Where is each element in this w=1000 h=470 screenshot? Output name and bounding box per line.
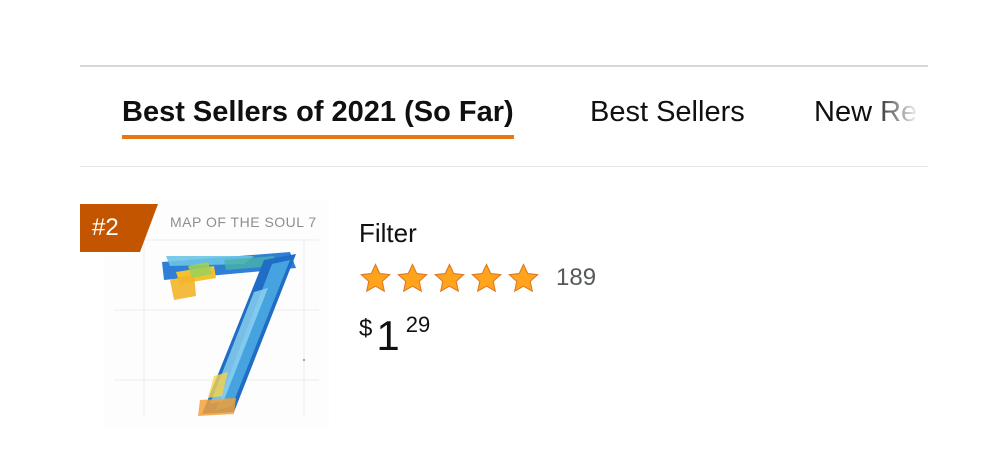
album-cover-title: MAP OF THE SOUL 7: [170, 214, 317, 230]
star-rating[interactable]: 189: [359, 258, 596, 298]
best-sellers-page: Best Sellers of 2021 (So Far) Best Selle…: [0, 0, 1000, 470]
star-icon: [508, 262, 539, 292]
star-icon: [434, 262, 465, 292]
product-title[interactable]: Filter: [359, 218, 417, 249]
product-list-item[interactable]: MAP OF THE SOUL 7 #2 Filter 189 $1 29: [80, 200, 928, 440]
rank-badge: #2: [80, 204, 158, 252]
product-price: $1 29: [359, 312, 430, 360]
tab-best-sellers[interactable]: Best Sellers: [590, 96, 745, 129]
tabs-divider: [80, 166, 928, 167]
rating-count[interactable]: 189: [556, 264, 596, 292]
price-fraction: 29: [405, 312, 431, 337]
star-icon: [471, 262, 502, 292]
category-tabs: Best Sellers of 2021 (So Far) Best Selle…: [80, 68, 928, 166]
tabs-fade-overlay: [872, 68, 928, 166]
price-currency-symbol: $: [359, 315, 373, 342]
top-divider: [80, 65, 928, 67]
star-icon: [397, 262, 428, 292]
star-icon: [360, 262, 391, 292]
price-whole: 1: [376, 312, 400, 359]
rank-number: #2: [92, 214, 119, 241]
tab-best-sellers-2021[interactable]: Best Sellers of 2021 (So Far): [122, 96, 514, 139]
